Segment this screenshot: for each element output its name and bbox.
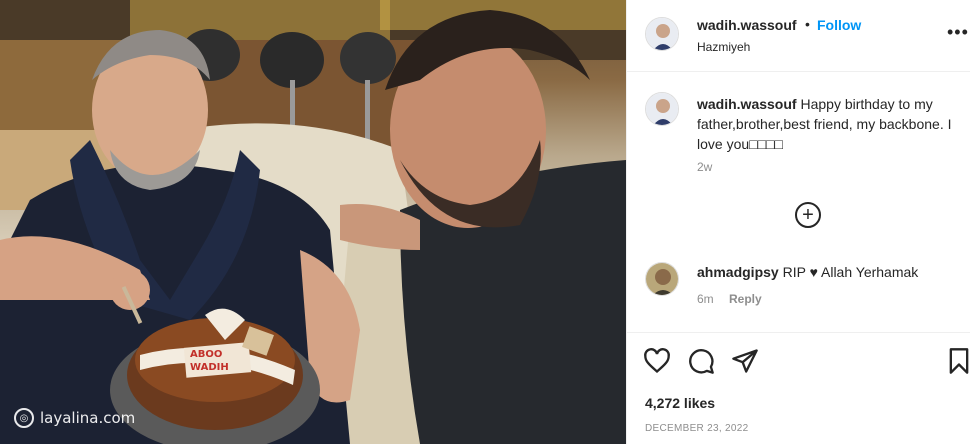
caption-timestamp[interactable]: 2w (697, 160, 712, 174)
post-location[interactable]: Hazmiyeh (697, 40, 750, 54)
bookmark-icon[interactable] (945, 347, 970, 375)
more-options-icon[interactable]: ••• (947, 22, 969, 43)
watermark-text: layalina.com (40, 409, 136, 427)
photo-watermark: ◎ layalina.com (14, 404, 135, 432)
author-avatar[interactable] (645, 17, 679, 51)
load-more-comments-button[interactable]: + (795, 202, 821, 228)
post-side-panel: wadih.wassouf • Follow Hazmiyeh ••• wadi… (626, 0, 970, 444)
comment-text-block: ahmadgipsy RIP ♥ Allah Yerhamak (697, 264, 918, 280)
comment-timestamp[interactable]: 6m (697, 292, 714, 306)
cake-text-line2: WADIH (190, 362, 229, 373)
post-actions: 4,272 likes DECEMBER 23, 2022 (627, 332, 970, 444)
header-separator: • (805, 16, 810, 32)
layalina-logo-icon: ◎ (14, 408, 34, 428)
heart-icon[interactable] (643, 347, 671, 375)
author-username[interactable]: wadih.wassouf (697, 17, 797, 33)
caption-text-block: wadih.wassouf Happy birthday to my fathe… (697, 94, 957, 154)
photo-scene: ABOO WADIH (0, 0, 626, 444)
follow-button[interactable]: Follow (817, 17, 861, 33)
caption-username[interactable]: wadih.wassouf (697, 96, 797, 112)
reply-button[interactable]: Reply (729, 292, 762, 306)
commenter-avatar[interactable] (645, 262, 679, 296)
share-icon[interactable] (731, 347, 759, 375)
cake-text-line1: ABOO (190, 349, 222, 360)
caption-avatar[interactable] (645, 92, 679, 126)
post-photo[interactable]: ABOO WADIH ◎ layalina.com (0, 0, 626, 444)
comment-icon[interactable] (687, 347, 715, 375)
comment-item: ahmadgipsy RIP ♥ Allah Yerhamak 6m Reply (627, 258, 970, 318)
post-date: DECEMBER 23, 2022 (645, 423, 749, 434)
likes-count[interactable]: 4,272 likes (645, 395, 715, 411)
commenter-username[interactable]: ahmadgipsy (697, 264, 779, 280)
comment-body: RIP ♥ Allah Yerhamak (782, 264, 919, 280)
plus-circle-icon: + (802, 204, 814, 226)
post-header: wadih.wassouf • Follow Hazmiyeh ••• (627, 0, 970, 72)
comment-meta: 6m Reply (697, 292, 762, 306)
